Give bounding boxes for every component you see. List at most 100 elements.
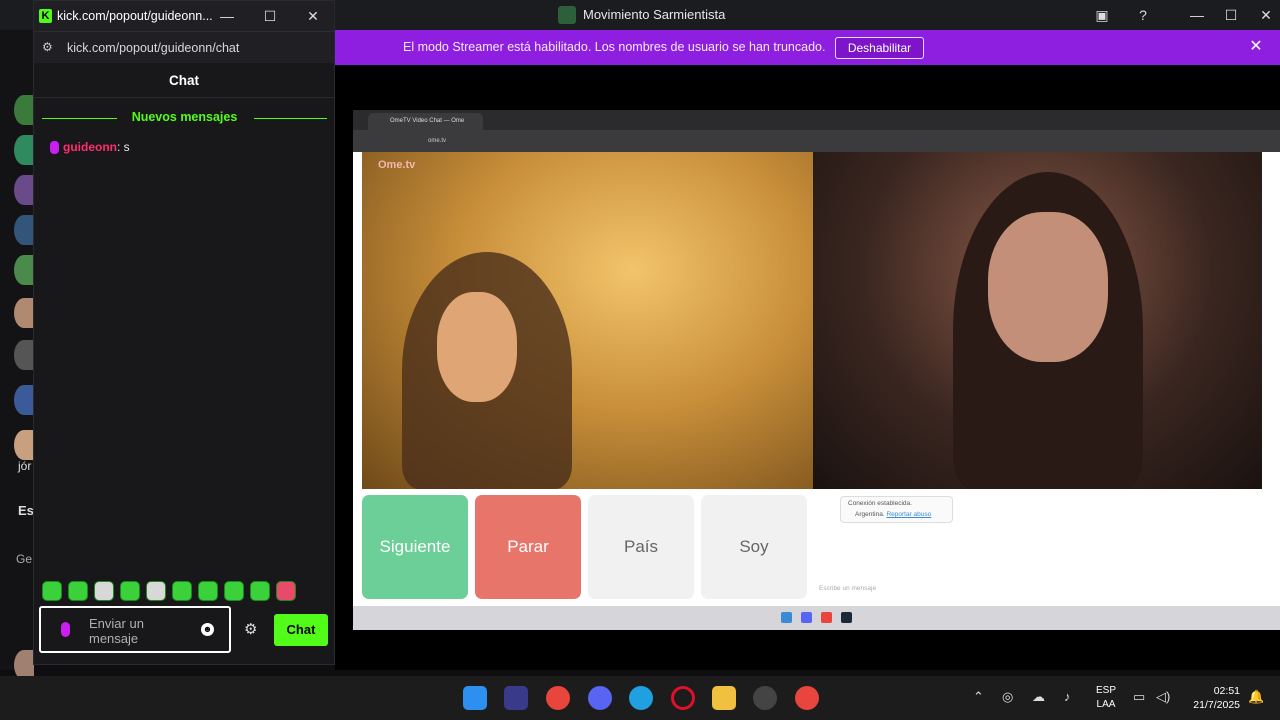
chrome-icon[interactable] <box>546 686 570 710</box>
input-language[interactable]: ESP LAA <box>1096 684 1116 712</box>
new-messages-divider[interactable]: Nuevos mensajes <box>42 109 327 127</box>
clock-time: 02:51 <box>1213 685 1240 697</box>
emote-icon[interactable] <box>224 581 244 601</box>
channel-avatar[interactable] <box>14 255 34 285</box>
inner-browser-urlbar: ome.tv <box>353 130 1280 152</box>
emote-icon[interactable] <box>198 581 218 601</box>
close-icon[interactable]: ✕ <box>1256 6 1276 24</box>
ometv-logo: Ome.tv <box>378 159 416 171</box>
edge-icon[interactable] <box>629 686 653 710</box>
person-face <box>437 292 517 402</box>
chat-message-input[interactable]: Enviar un mensaje ☻ <box>39 606 231 653</box>
emote-icon[interactable] <box>42 581 62 601</box>
person-face <box>988 212 1108 362</box>
emote-icon[interactable] <box>94 581 114 601</box>
connection-title: Conexión establecida. <box>848 500 912 507</box>
emote-bar <box>42 581 312 603</box>
store-icon[interactable] <box>504 686 528 710</box>
tray-app-icon[interactable]: ☁ <box>1032 689 1045 705</box>
app-icon[interactable] <box>753 686 777 710</box>
clock-date: 21/7/2025 <box>1193 699 1240 711</box>
popout-title: kick.com/popout/guideonn... <box>57 9 213 23</box>
ometv-chat-panel: Conexión establecida. Argentina. Reporta… <box>813 489 1262 605</box>
channel-avatar[interactable] <box>14 430 34 460</box>
channel-avatar[interactable] <box>14 135 34 165</box>
self-video <box>813 152 1262 489</box>
microphone-icon[interactable]: ♪ <box>1064 689 1071 704</box>
windows-taskbar: ⌃ ◎ ☁ ♪ ESP LAA ▭ ◁) 02:51 21/7/2025 🔔 <box>0 676 1280 720</box>
network-icon[interactable]: ▭ <box>1133 689 1145 705</box>
chat-message: guideonn: s <box>50 140 320 155</box>
message-username[interactable]: guideonn <box>63 140 117 154</box>
emote-icon[interactable] <box>120 581 140 601</box>
channel-sidebar <box>0 30 34 680</box>
emote-icon[interactable] <box>250 581 270 601</box>
chrome-icon[interactable] <box>795 686 819 710</box>
language-code: ESP <box>1096 685 1117 696</box>
chat-popout-window: K kick.com/popout/guideonn... — ☐ ✕ ⚙ ki… <box>33 0 335 665</box>
channel-avatar[interactable] <box>14 95 34 125</box>
start-icon <box>781 612 792 623</box>
layout-code: LAA <box>1096 699 1116 710</box>
discord-icon <box>801 612 812 623</box>
site-info-icon[interactable]: ⚙ <box>42 40 58 56</box>
chat-title: Chat <box>169 73 199 88</box>
emote-icon[interactable] <box>276 581 296 601</box>
notifications-icon[interactable]: 🔔 <box>1248 689 1264 705</box>
emoji-picker-icon[interactable]: ☻ <box>201 623 214 636</box>
system-clock[interactable]: 02:51 21/7/2025 <box>1186 684 1240 712</box>
chrome-icon <box>821 612 832 623</box>
minimize-icon[interactable]: — <box>217 7 237 25</box>
sidebar-partial-label: Ge <box>16 552 33 566</box>
minimize-icon[interactable]: — <box>1187 6 1207 24</box>
inner-browser-tabbar: OmeTV Video Chat — Ome <box>353 110 1280 130</box>
tray-overflow-icon[interactable]: ⌃ <box>973 689 984 705</box>
emote-icon[interactable] <box>146 581 166 601</box>
disable-streamer-button[interactable]: Deshabilitar <box>835 37 924 59</box>
input-placeholder: Enviar un mensaje <box>89 616 144 646</box>
connection-country: Argentina. Reportar abuso <box>855 511 931 518</box>
maximize-icon[interactable]: ☐ <box>260 7 280 25</box>
gender-button: Soy <box>701 495 807 599</box>
country-name: Argentina. <box>855 511 885 518</box>
emote-icon[interactable] <box>68 581 88 601</box>
popout-titlebar: K kick.com/popout/guideonn... — ☐ ✕ <box>34 1 334 31</box>
ometv-message-input: Escribe un mensaje <box>819 585 877 592</box>
file-explorer-icon[interactable] <box>712 686 736 710</box>
connection-notice: Conexión establecida. Argentina. Reporta… <box>840 496 953 523</box>
inner-taskbar <box>353 606 1280 630</box>
inner-browser-url: ome.tv <box>428 138 447 144</box>
stop-button: Parar <box>475 495 581 599</box>
help-icon[interactable]: ? <box>1133 6 1153 24</box>
volume-icon[interactable]: ◁) <box>1156 689 1170 705</box>
opera-icon[interactable] <box>671 686 695 710</box>
message-text: : s <box>117 140 130 154</box>
mic-icon <box>61 622 70 637</box>
send-chat-button[interactable]: Chat <box>274 614 328 646</box>
chat-settings-icon[interactable]: ⚙ <box>244 620 257 638</box>
banner-close-icon[interactable]: ✕ <box>1247 38 1265 56</box>
cast-icon[interactable]: ▣ <box>1092 6 1112 24</box>
channel-avatar[interactable] <box>14 385 34 415</box>
stream-video-content: OmeTV Video Chat — Ome ome.tv Ome.tv Sig… <box>353 110 1280 630</box>
channel-avatar[interactable] <box>14 215 34 245</box>
channel-avatar[interactable] <box>14 175 34 205</box>
app-logo-icon <box>558 6 576 24</box>
inner-browser-tab: OmeTV Video Chat — Ome <box>368 113 483 130</box>
sidebar-partial-heading: Es <box>18 503 34 518</box>
streamer-mode-banner: El modo Streamer está habilitado. Los no… <box>335 30 1280 65</box>
start-icon[interactable] <box>463 686 487 710</box>
chat-header: Chat <box>34 63 334 98</box>
channel-avatar[interactable] <box>14 340 34 370</box>
close-icon[interactable]: ✕ <box>303 7 323 25</box>
emote-icon[interactable] <box>172 581 192 601</box>
channel-avatar[interactable] <box>14 298 34 328</box>
country-button: País <box>588 495 694 599</box>
maximize-icon[interactable]: ☐ <box>1221 6 1241 24</box>
steam-icon <box>841 612 852 623</box>
popout-url[interactable]: kick.com/popout/guideonn/chat <box>67 41 239 55</box>
discord-icon[interactable] <box>588 686 612 710</box>
tray-app-icon[interactable]: ◎ <box>1002 689 1013 705</box>
ometv-page: Ome.tv Siguiente Parar País Soy Conexión… <box>353 152 1280 612</box>
report-abuse-link: Reportar abuso <box>886 511 932 518</box>
